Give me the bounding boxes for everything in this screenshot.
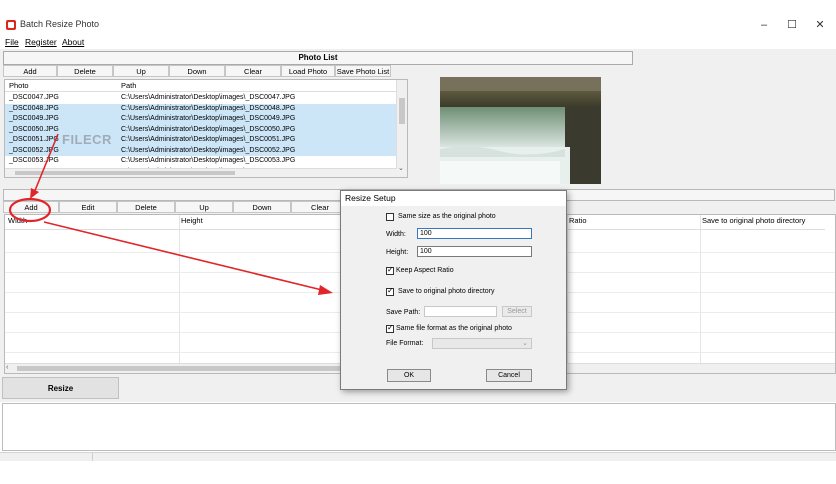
file-format-select[interactable]: ⌄ [432, 338, 532, 349]
same-format-label: Same file format as the original photo [396, 325, 512, 332]
width-input[interactable]: 100 [417, 228, 532, 239]
highlight-circle [8, 197, 52, 223]
file-format-label: File Format: [386, 340, 424, 347]
pointer-arrow [43, 221, 323, 291]
save-path-label: Save Path: [386, 309, 421, 316]
cancel-button[interactable]: Cancel [486, 369, 532, 382]
save-path-input[interactable] [424, 306, 497, 317]
height-input[interactable]: 100 [417, 246, 532, 257]
select-path-button[interactable]: Select [502, 306, 532, 317]
same-size-label: Same size as the original photo [398, 213, 496, 220]
width-label: Width: [386, 231, 406, 238]
resize-setup-dialog: Resize Setup Same size as the original p… [340, 190, 567, 390]
same-format-checkbox[interactable] [386, 323, 394, 333]
height-label: Height: [386, 249, 409, 256]
keep-aspect-label: Keep Aspect Ratio [396, 267, 454, 274]
save-original-label: Save to original photo directory [398, 288, 495, 295]
save-original-checkbox[interactable] [386, 286, 394, 296]
arrowhead-icon [318, 285, 333, 295]
pointer-arrow [33, 133, 59, 194]
same-size-checkbox[interactable] [386, 213, 394, 221]
dropdown-arrow-icon: ⌄ [522, 340, 528, 347]
dialog-title: Resize Setup [341, 191, 566, 206]
ok-button[interactable]: OK [387, 369, 431, 382]
keep-aspect-checkbox[interactable] [386, 265, 394, 275]
